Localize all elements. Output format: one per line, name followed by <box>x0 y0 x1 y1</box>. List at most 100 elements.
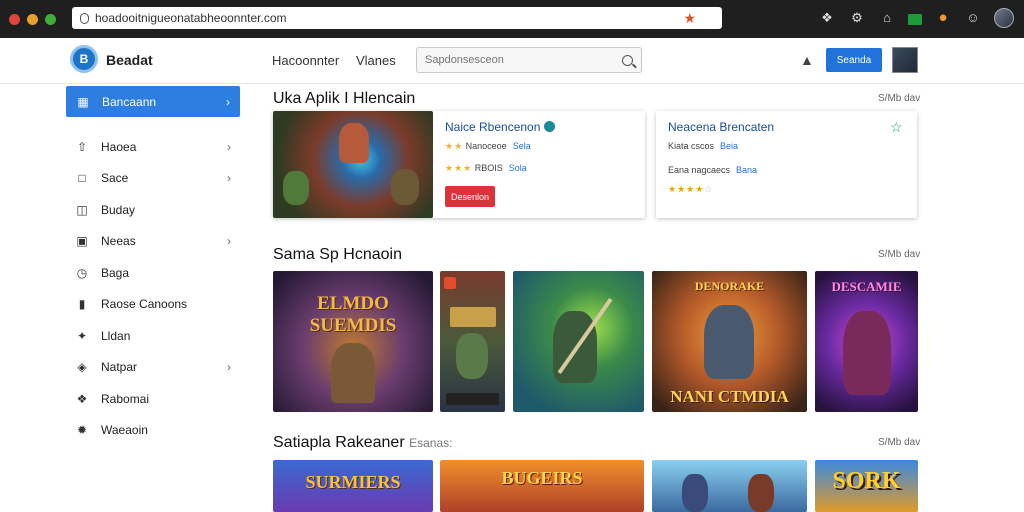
app-meta-link[interactable]: Sola <box>509 163 527 173</box>
sidebar-item-6[interactable]: ▮ Raose Canoons <box>66 289 240 321</box>
see-all-link[interactable]: S/Mb dav <box>878 437 920 448</box>
game-tile[interactable]: ELMDO SUEMDIS <box>273 271 433 412</box>
app-meta-row: Kiata cscos Beia <box>668 141 738 151</box>
square-icon: □ <box>78 171 86 186</box>
section-title: Sama Sp Hcnaoin <box>273 246 402 263</box>
hero-figure <box>339 123 369 163</box>
close-window-button[interactable] <box>9 13 20 25</box>
app-meta-text: Eana nagcaecs <box>668 165 731 175</box>
hero-figure <box>748 474 774 512</box>
game-tile[interactable]: DESCAMIE <box>815 271 918 412</box>
site-header: B Beadat Hacoonnter Vlanes ▲ Seanda <box>0 38 1024 84</box>
install-button[interactable]: Desenlon <box>445 186 495 207</box>
game-tile[interactable]: DENORAKE NANI CTMDIA <box>652 271 807 412</box>
app-meta-text: RBOIS <box>474 163 503 173</box>
app-rating-row: ★★★★☆ <box>668 184 712 195</box>
sidebar-item-label: Buday <box>101 202 136 217</box>
app-thumbnail[interactable] <box>273 111 433 218</box>
tile-caption: BUGEIRS <box>501 468 583 488</box>
bookmark-icon: ▮ <box>78 297 86 312</box>
smiley-icon[interactable]: ☺ <box>964 9 982 27</box>
see-all-link[interactable]: S/Mb dav <box>878 93 920 104</box>
app-meta-link[interactable]: Sela <box>513 141 531 151</box>
app-meta-link[interactable]: Bana <box>736 165 757 175</box>
hero-figure <box>456 333 488 379</box>
game-tile[interactable]: SURMIERS <box>273 460 433 512</box>
game-tile[interactable]: BUGEIRS <box>440 460 644 512</box>
folder-icon: ◫ <box>76 202 88 217</box>
see-all-link[interactable]: S/Mb dav <box>878 249 920 260</box>
search-box[interactable] <box>416 47 642 73</box>
game-tile[interactable] <box>652 460 807 512</box>
chevron-right-icon: › <box>227 171 231 186</box>
search-input[interactable] <box>425 54 622 66</box>
avatar[interactable] <box>892 47 918 73</box>
sign-in-button[interactable]: Seanda <box>826 48 882 72</box>
game-tile[interactable] <box>440 271 505 412</box>
flag-icon[interactable] <box>908 14 922 25</box>
sidebar-item-9[interactable]: ❖ Rabomai <box>66 383 240 415</box>
clock-icon: ◷ <box>76 265 88 280</box>
tile-banner <box>450 307 496 327</box>
search-icon[interactable] <box>622 54 633 66</box>
sidebar-item-7[interactable]: ✦ Lldan <box>66 320 240 352</box>
app-meta-link[interactable]: Beia <box>720 141 738 151</box>
sidebar-item-10[interactable]: ✹ Waeaoin <box>66 415 240 447</box>
sidebar-item-1[interactable]: ⇧ Haoea › <box>66 131 240 163</box>
sidebar-item-label: Raose Canoons <box>101 297 188 312</box>
notification-icon[interactable]: ▲ <box>800 52 814 68</box>
featured-app-card[interactable]: Naice Rbencenon ★★ Nanoceoe Sela ★★★ RBOI… <box>273 111 645 218</box>
sidebar-item-label: Haoea <box>101 139 137 154</box>
logo-icon[interactable]: B <box>70 45 98 73</box>
browser-toolbar: ↻ hoadooitnigueonatabheoonnter.com ★ ❖ ⚙… <box>0 0 1024 38</box>
game-tile[interactable] <box>513 271 644 412</box>
sidebar-item-label: Lldan <box>101 328 131 343</box>
game-badge-icon <box>444 277 456 289</box>
sidebar-item-2[interactable]: □ Sace › <box>66 163 240 195</box>
monster-figure <box>283 171 309 205</box>
hero-figure <box>682 474 708 512</box>
sidebar-item-label: Natpar <box>101 360 138 375</box>
app-meta-text: Kiata cscos <box>668 141 715 151</box>
puzzle-icon[interactable]: ❖ <box>818 9 836 27</box>
sidebar-item-label: Baga <box>101 265 130 280</box>
fox-icon[interactable]: ● <box>934 9 952 27</box>
sidebar-item-active[interactable]: ▦ Bancaann › <box>66 86 240 117</box>
bookmark-star-icon[interactable]: ★ <box>683 10 696 27</box>
favorite-star-icon[interactable]: ☆ <box>890 119 903 136</box>
sidebar-item-3[interactable]: ◫ Buday <box>66 194 240 226</box>
app-meta-text: Nanoceoe <box>465 141 507 151</box>
featured-app-card[interactable]: Neacena Brencaten ☆ Kiata cscos Beia Eana… <box>656 111 917 218</box>
chevron-right-icon: › <box>226 94 230 109</box>
brand-name[interactable]: Beadat <box>106 52 153 68</box>
sidebar-item-label: Bancaann <box>102 94 157 109</box>
address-bar[interactable]: hoadooitnigueonatabheoonnter.com ★ <box>72 7 722 29</box>
gift-icon: ▣ <box>76 234 88 249</box>
sidebar-item-8[interactable]: ◈ Natpar › <box>66 352 240 384</box>
rating-empty-star-icon: ☆ <box>704 184 713 194</box>
nav-link-1[interactable]: Hacoonnter <box>272 53 339 68</box>
maximize-window-button[interactable] <box>45 13 56 25</box>
home-icon[interactable]: ⌂ <box>878 9 896 27</box>
game-tile[interactable]: SORK <box>815 460 918 512</box>
minimize-window-button[interactable] <box>27 13 38 25</box>
sidebar-item-4[interactable]: ▣ Neeas › <box>66 226 240 258</box>
puzzle-icon: ✦ <box>76 328 88 343</box>
monster-figure <box>391 169 419 205</box>
profile-avatar[interactable] <box>994 8 1014 28</box>
app-title[interactable]: Naice Rbencenon <box>445 120 556 134</box>
url-text[interactable]: hoadooitnigueonatabheoonnter.com <box>95 11 683 25</box>
section-title: Uka Aplik I Hlencain <box>273 90 416 107</box>
nav-link-2[interactable]: Vlanes <box>356 53 396 68</box>
tile-toolbar <box>446 393 499 405</box>
section-title-text: Satiapla Rakeaner <box>273 434 405 451</box>
browser-extensions: ❖ ⚙ ⌂ ● ☺ <box>818 8 1014 28</box>
tile-top-caption: DENORAKE <box>694 279 765 293</box>
sidebar-item-label: Rabomai <box>101 391 150 406</box>
hero-figure <box>331 343 375 403</box>
gear-icon: ✹ <box>76 423 88 438</box>
extension-icon[interactable]: ⚙ <box>848 9 866 27</box>
app-title[interactable]: Neacena Brencaten <box>668 120 774 134</box>
verified-icon <box>544 121 556 132</box>
sidebar-item-5[interactable]: ◷ Baga <box>66 257 240 289</box>
